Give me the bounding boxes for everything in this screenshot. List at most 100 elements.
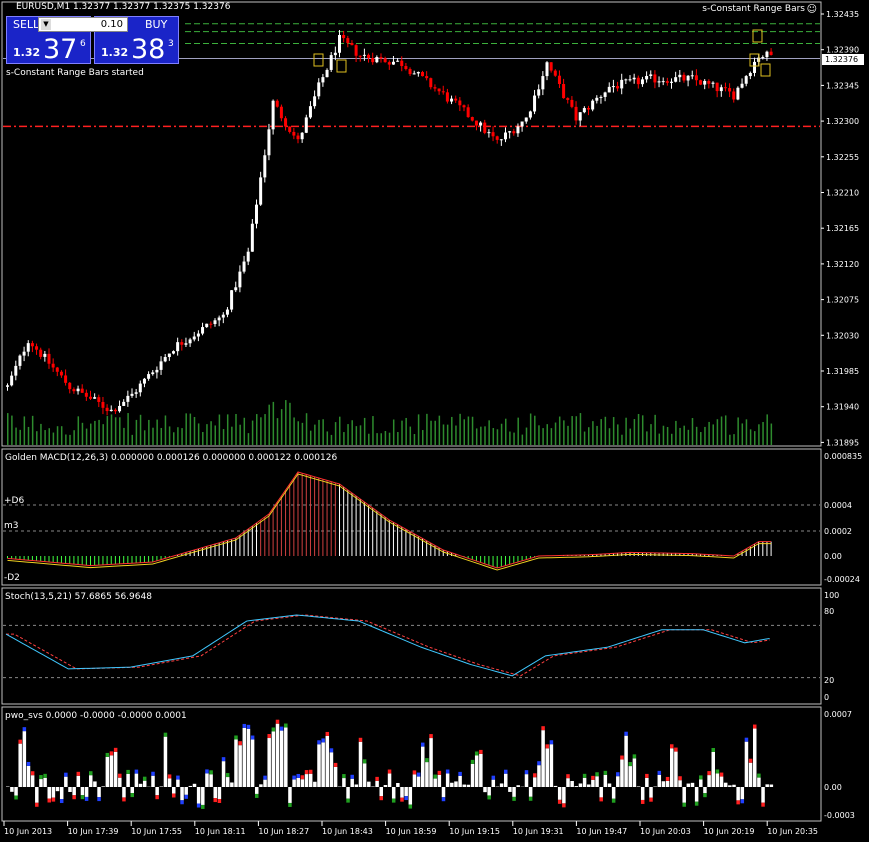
- volume-bar: [305, 413, 308, 445]
- candle-body: [441, 91, 445, 93]
- pwo-bar-tip: [196, 803, 201, 808]
- pwo-bar: [682, 787, 686, 803]
- pwo-bar: [504, 773, 508, 787]
- candle-body: [628, 79, 632, 81]
- pwo-bar-tip: [176, 775, 180, 780]
- candle-body: [587, 108, 590, 110]
- pwo-bar-tip: [753, 724, 757, 729]
- pwo-bar-tip: [80, 795, 85, 800]
- candle-body: [155, 369, 159, 373]
- volume-bar: [40, 423, 42, 445]
- pwo-bar-tip: [72, 795, 76, 800]
- price-axis: 1.32435 1.32390 1.32345 1.32300 1.32255 1.322…: [821, 10, 859, 447]
- pwo-bar: [670, 748, 674, 787]
- pwo-bar-tip: [657, 770, 662, 775]
- volume-bar: [695, 426, 698, 445]
- volume-bar: [73, 430, 75, 445]
- lot-size-box[interactable]: ▼: [38, 17, 128, 32]
- volume-bar: [301, 422, 304, 445]
- volume-bar: [260, 417, 262, 445]
- volume-bar: [641, 415, 644, 445]
- pwo-bar: [167, 778, 172, 787]
- volume-bar: [231, 426, 233, 445]
- candle-body: [512, 131, 516, 134]
- volume-bar: [334, 422, 337, 445]
- pwo-bar: [47, 787, 51, 799]
- pwo-bar: [587, 784, 591, 787]
- volume-bar: [256, 414, 258, 445]
- candle-body: [109, 409, 113, 412]
- volume-bar: [762, 422, 764, 445]
- pwo-bar-tip: [155, 795, 159, 800]
- pwo-bar: [80, 787, 85, 796]
- pwo-bar: [105, 756, 110, 787]
- pwo-bar: [72, 787, 76, 796]
- lot-dropdown-icon[interactable]: ▼: [41, 19, 51, 30]
- pwo-bar: [126, 773, 130, 787]
- pwo-bar: [22, 731, 27, 787]
- pwo-bar-tip: [761, 802, 765, 807]
- pwo-bar: [97, 787, 101, 798]
- stoch-signal-line: [6, 614, 770, 677]
- pwo-bar-tip: [321, 738, 325, 743]
- pwo-bar-tip: [740, 799, 745, 804]
- pwo-bar: [346, 787, 350, 799]
- volume-bar: [202, 432, 204, 445]
- pwo-bar-tip: [250, 735, 255, 740]
- candle-body: [549, 62, 553, 71]
- volume-bar: [467, 416, 470, 445]
- stoch-tick-label: 0: [824, 693, 829, 702]
- pwo-bar: [549, 744, 554, 787]
- volume-bar: [712, 424, 714, 445]
- pwo-bar-tip: [474, 751, 479, 756]
- pwo-bar-tip: [557, 799, 562, 804]
- candle-body: [603, 92, 607, 97]
- volume-bar: [637, 413, 640, 445]
- volume-bars: [7, 400, 773, 445]
- pwo-bar: [711, 751, 715, 787]
- pwo-bar-tip: [541, 726, 545, 731]
- pwo-bar-tip: [599, 797, 603, 802]
- volume-bar: [363, 417, 366, 445]
- pwo-bar: [545, 748, 549, 787]
- pwo-bar-tip: [59, 799, 64, 804]
- smiley-icon: ☺: [806, 4, 817, 15]
- candle-body: [425, 76, 429, 79]
- pwo-bar-tip: [645, 773, 649, 778]
- pwo-bar: [757, 777, 761, 787]
- pwo-bar: [35, 787, 39, 803]
- volume-bar: [413, 434, 416, 445]
- pwo-bar: [271, 731, 276, 787]
- candle-body: [47, 353, 51, 364]
- volume-bar: [368, 433, 370, 445]
- pwo-bar-tip: [163, 732, 168, 737]
- candle-body: [499, 139, 503, 141]
- volume-bar: [119, 417, 121, 445]
- candle-body: [508, 131, 512, 133]
- lot-size-input[interactable]: [53, 18, 123, 31]
- volume-bar: [272, 401, 275, 445]
- candle-body: [151, 372, 155, 375]
- volume-bar: [247, 433, 250, 445]
- volume-bar: [704, 426, 706, 445]
- pwo-bar-tip: [255, 793, 259, 798]
- price-tick-label: 1.32435: [826, 10, 859, 19]
- candle-body: [578, 112, 582, 121]
- candle-body: [678, 74, 682, 78]
- candle-body: [234, 287, 238, 291]
- pwo-bar: [761, 787, 765, 803]
- price-tick-label: 1.32210: [826, 189, 859, 198]
- pwo-bar-tip: [284, 723, 288, 728]
- volume-bar: [193, 416, 196, 445]
- pwo-bar: [537, 765, 541, 787]
- pwo-bar: [578, 783, 583, 787]
- pwo-bar-tip: [267, 734, 271, 739]
- pwo-bar: [607, 783, 612, 787]
- one-click-trading-panel: SELL 1.32 37 6 BUY 1.32 38 3 ▼: [6, 16, 181, 65]
- pwo-bar: [628, 766, 632, 787]
- volume-bar: [339, 416, 341, 445]
- volume-bar: [139, 414, 142, 445]
- pwo-bar: [221, 761, 226, 787]
- candle-body: [84, 392, 88, 397]
- volume-bar: [392, 419, 395, 445]
